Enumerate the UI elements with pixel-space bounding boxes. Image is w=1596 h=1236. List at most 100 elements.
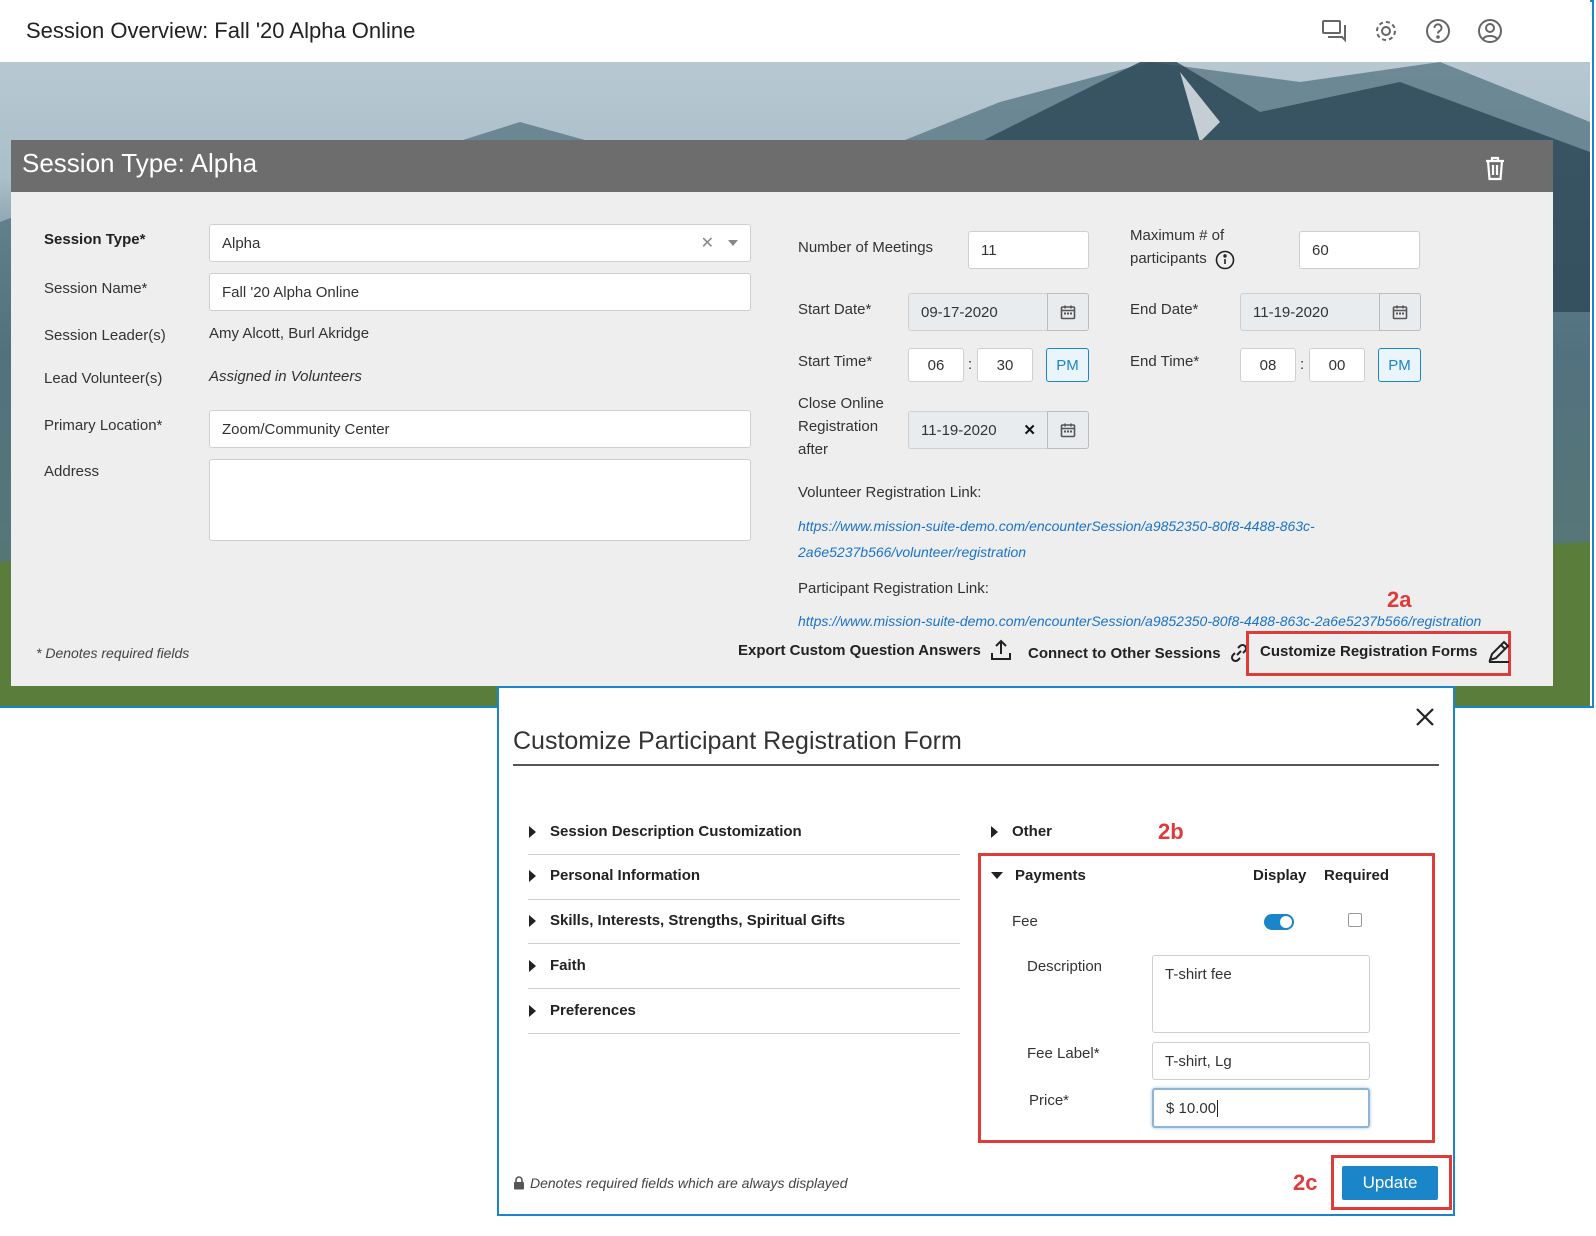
participant-link[interactable]: https://www.mission-suite-demo.com/encou… [798, 613, 1481, 629]
section-personal-information[interactable]: Personal Information [529, 867, 700, 884]
annotation-2b: 2b [1158, 819, 1184, 844]
primary-location-input[interactable]: Zoom/Community Center [209, 410, 751, 448]
meetings-input[interactable]: 11 [968, 231, 1089, 269]
connect-sessions-button[interactable]: Connect to Other Sessions [1028, 643, 1249, 663]
clear-icon[interactable]: ✕ [701, 233, 714, 253]
caret-right-icon [529, 914, 536, 927]
section-payments[interactable]: Payments [991, 867, 1086, 884]
lead-volunteers-value: Assigned in Volunteers [209, 368, 362, 385]
fee-label-label: Fee Label* [1027, 1045, 1100, 1062]
end-minute-input[interactable]: 00 [1309, 348, 1365, 382]
section-faith[interactable]: Faith [529, 957, 586, 974]
end-date-input[interactable]: 11-19-2020 [1240, 293, 1381, 331]
volunteer-link-line-1[interactable]: https://www.mission-suite-demo.com/encou… [798, 518, 1315, 534]
export-answers-label: Export Custom Question Answers [738, 641, 981, 659]
max-participants-label-1: Maximum # of [1130, 227, 1225, 244]
end-minute-value: 00 [1328, 356, 1346, 374]
text-cursor [1217, 1099, 1219, 1117]
lock-icon [514, 1176, 524, 1190]
chat-icon[interactable] [1320, 17, 1348, 45]
session-name-input[interactable]: Fall '20 Alpha Online [209, 273, 751, 311]
caret-right-icon [991, 825, 998, 838]
volunteer-link-line-2[interactable]: 2a6e5237b566/volunteer/registration [798, 544, 1026, 560]
start-date-input[interactable]: 09-17-2020 [908, 293, 1049, 331]
fee-label-input[interactable]: T-shirt, Lg [1152, 1042, 1370, 1080]
start-minute-input[interactable]: 30 [977, 348, 1033, 382]
trash-icon[interactable] [1481, 154, 1509, 182]
required-column-header: Required [1324, 867, 1390, 884]
description-textarea[interactable]: T-shirt fee [1152, 955, 1370, 1033]
section-session-description[interactable]: Session Description Customization [529, 823, 802, 840]
caret-right-icon [529, 869, 536, 882]
help-icon[interactable] [1424, 17, 1452, 45]
section-skills-interests[interactable]: Skills, Interests, Strengths, Spiritual … [529, 912, 845, 929]
volunteer-link-label: Volunteer Registration Link: [798, 484, 982, 501]
session-type-value: Alpha [222, 234, 261, 252]
session-leaders-label: Session Leader(s) [44, 327, 166, 344]
close-icon[interactable] [1414, 706, 1436, 728]
meetings-value: 11 [981, 241, 997, 259]
footer-note-text: Denotes required fields which are always… [530, 1175, 848, 1191]
primary-location-value: Zoom/Community Center [222, 420, 390, 438]
caret-right-icon [529, 825, 536, 838]
price-label: Price* [1029, 1092, 1070, 1109]
fee-label: Fee [1012, 913, 1038, 930]
toggle-knob [1280, 916, 1292, 928]
end-date-calendar-button[interactable] [1379, 293, 1421, 331]
close-registration-label-2: Registration [798, 418, 879, 435]
section-label: Payments [1015, 867, 1086, 884]
user-icon[interactable] [1476, 17, 1504, 45]
fee-label-value: T-shirt, Lg [1165, 1052, 1232, 1070]
caret-down-icon [991, 872, 1003, 879]
start-ampm-toggle[interactable]: PM [1046, 348, 1089, 382]
session-leaders-value: Amy Alcott, Burl Akridge [209, 325, 370, 342]
max-participants-label-2: participants [1130, 250, 1207, 267]
card-title: Session Type: Alpha [22, 148, 258, 178]
close-registration-label-1: Close Online [798, 395, 884, 412]
end-hour-value: 08 [1259, 356, 1277, 374]
section-label: Session Description Customization [550, 823, 802, 840]
footer-note: Denotes required fields which are always… [513, 1175, 848, 1191]
calendar-icon [1060, 305, 1076, 320]
page-title: Session Overview: Fall '20 Alpha Online [26, 18, 416, 43]
customize-forms-label: Customize Registration Forms [1260, 642, 1478, 660]
customize-forms-button[interactable]: Customize Registration Forms [1260, 638, 1512, 664]
end-hour-input[interactable]: 08 [1240, 348, 1296, 382]
start-date-label: Start Date* [798, 301, 872, 318]
info-icon[interactable] [1215, 250, 1235, 270]
end-date-label: End Date* [1130, 301, 1199, 318]
close-registration-calendar-button[interactable] [1047, 411, 1089, 449]
end-time-label: End Time* [1130, 353, 1200, 370]
close-registration-label-3: after [798, 441, 829, 458]
update-button[interactable]: Update [1342, 1166, 1438, 1200]
address-textarea[interactable] [209, 459, 751, 541]
clear-date-icon[interactable]: ✕ [1023, 421, 1036, 439]
start-hour-input[interactable]: 06 [908, 348, 964, 382]
fee-required-checkbox[interactable] [1348, 913, 1362, 927]
end-ampm-toggle[interactable]: PM [1378, 348, 1421, 382]
caret-right-icon [529, 959, 536, 972]
description-value: T-shirt fee [1165, 966, 1232, 983]
section-preferences[interactable]: Preferences [529, 1002, 636, 1019]
connect-sessions-label: Connect to Other Sessions [1028, 644, 1221, 662]
fee-display-toggle[interactable] [1264, 914, 1294, 930]
section-other[interactable]: Other [991, 823, 1052, 840]
divider [528, 854, 960, 855]
close-registration-input[interactable]: 11-19-2020 ✕ [908, 411, 1049, 449]
modal-title: Customize Participant Registration Form [513, 727, 962, 755]
chevron-down-icon[interactable] [728, 240, 738, 246]
max-participants-input[interactable]: 60 [1299, 231, 1420, 269]
start-time-label: Start Time* [798, 353, 873, 370]
session-type-select[interactable]: Alpha ✕ [209, 224, 751, 262]
divider [528, 943, 960, 944]
calendar-icon [1060, 423, 1076, 438]
start-date-calendar-button[interactable] [1047, 293, 1089, 331]
price-input[interactable]: $ 10.00 [1152, 1088, 1370, 1128]
required-note: * Denotes required fields [36, 645, 190, 661]
address-label: Address [44, 463, 100, 480]
gear-icon[interactable] [1372, 17, 1400, 45]
export-answers-button[interactable]: Export Custom Question Answers [738, 638, 1013, 662]
pencil-icon [1487, 640, 1509, 663]
section-label: Skills, Interests, Strengths, Spiritual … [550, 912, 846, 929]
annotation-2a: 2a [1387, 587, 1412, 612]
